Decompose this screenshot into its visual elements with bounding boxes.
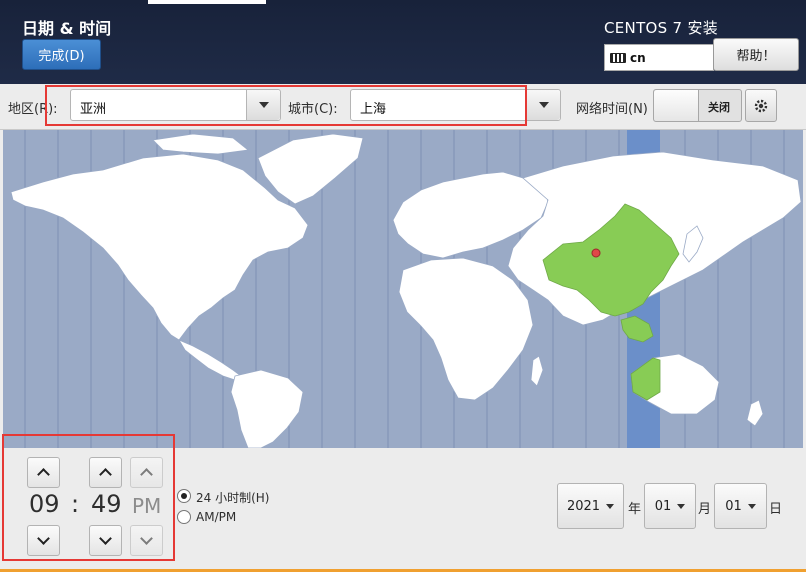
format-24h-radio[interactable] [177,489,191,503]
madagascar-landmass [530,355,544,387]
keyboard-layout-indicator[interactable]: cn [604,44,714,71]
done-button[interactable]: 完成(D) [22,39,101,70]
toggle-knob [654,90,699,121]
timezone-map[interactable] [3,130,803,448]
day-value: 01 [725,498,742,514]
chevron-down-icon [747,503,756,509]
region-city-highlight [45,85,527,126]
format-ampm-label: AM/PM [196,510,237,524]
keyboard-layout-label: cn [630,50,646,65]
world-map-image [10,130,802,448]
format-ampm-radio[interactable] [177,510,191,524]
africa-landmass [398,257,534,401]
keyboard-icon [610,52,626,63]
month-value: 01 [654,498,672,514]
north-america-landmass [10,153,309,341]
arctic-islands [152,133,249,155]
location-pin-icon [591,248,601,258]
year-select[interactable]: 2021 [557,483,624,529]
format-24h-label: 24 小时制(H) [196,491,270,505]
header-top-strip [148,0,266,4]
help-button[interactable]: 帮助！ [713,38,799,71]
greenland-landmass [257,133,364,205]
year-unit-label: 年 [628,502,642,517]
ntp-settings-button[interactable] [745,89,777,122]
chevron-down-icon [677,503,686,509]
new-zealand-landmass [746,399,764,427]
gear-icon [754,99,768,112]
time-highlight [2,434,175,561]
year-value: 2021 [566,498,601,514]
page-title: 日期 & 时间 [22,19,112,38]
network-time-toggle[interactable]: 关闭 [653,89,742,122]
central-america-landmass [178,339,242,381]
network-time-label: 网络时间(N) [576,102,648,117]
day-unit-label: 日 [769,502,783,517]
month-unit-label: 月 [698,502,712,517]
city-dropdown-icon[interactable] [526,90,560,120]
product-title: CENTOS 7 安装 [604,19,719,37]
chevron-down-icon [606,503,615,509]
day-select[interactable]: 01 [714,483,767,529]
month-select[interactable]: 01 [644,483,696,529]
network-time-state: 关闭 [708,101,730,114]
south-america-landmass [230,369,304,448]
date-time-window: 日期 & 时间 完成(D) CENTOS 7 安装 cn 帮助！ 地区(R): … [0,0,806,572]
header-bar: 日期 & 时间 完成(D) CENTOS 7 安装 cn 帮助！ [0,0,806,84]
